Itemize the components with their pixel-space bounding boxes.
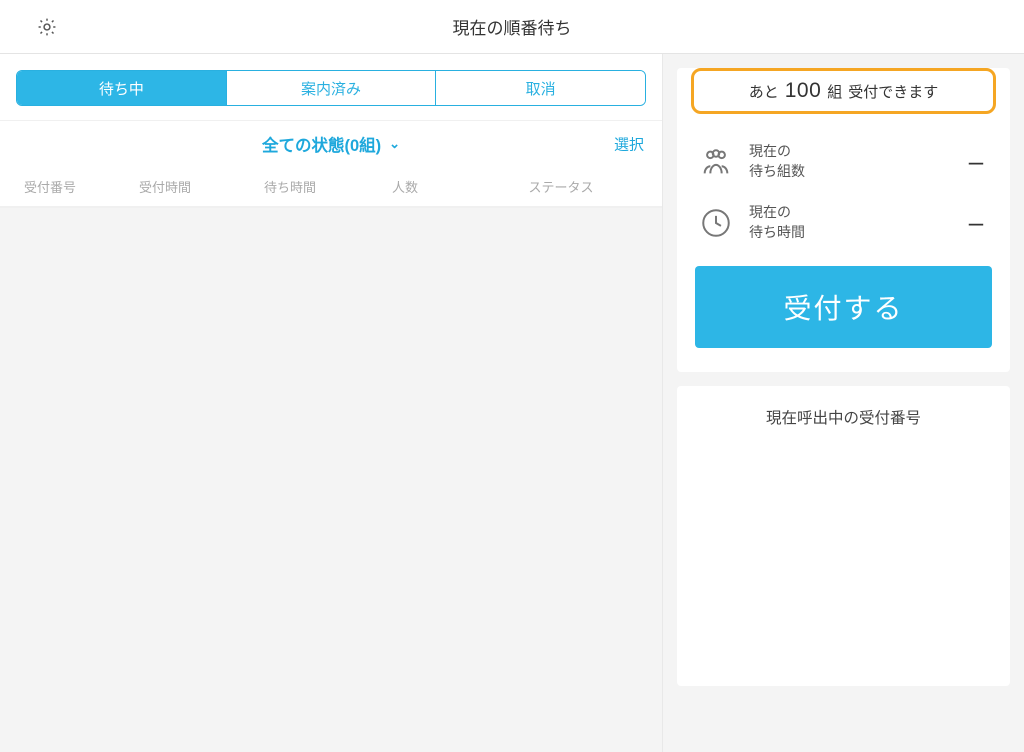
stat-time-row: 現在の 待ち時間 – — [677, 187, 1010, 266]
availability-post: 受付できます — [848, 81, 938, 102]
availability-unit: 組 — [827, 81, 842, 102]
chevron-down-icon: ⌄ — [389, 136, 400, 152]
calling-card: 現在呼出中の受付番号 — [677, 386, 1010, 686]
tab-waiting[interactable]: 待ち中 — [17, 71, 226, 105]
accept-button[interactable]: 受付する — [695, 266, 992, 348]
col-status: ステータス — [460, 177, 662, 196]
tab-cancelled[interactable]: 取消 — [435, 71, 645, 105]
col-receipt-time: 受付時間 — [100, 177, 230, 196]
availability-banner: あと 100組 受付できます — [691, 68, 996, 114]
right-panel: あと 100組 受付できます 現在の 待ち組数 – — [663, 54, 1024, 752]
calling-title: 現在呼出中の受付番号 — [677, 406, 1010, 428]
tab-served[interactable]: 案内済み — [226, 71, 436, 105]
select-button[interactable]: 選択 — [614, 134, 644, 155]
stat-time-value: – — [964, 207, 988, 238]
left-panel: 待ち中 案内済み 取消 全ての状態(0組) ⌄ 選択 受付番号 受付時間 待ち時… — [0, 54, 663, 752]
stat-groups-row: 現在の 待ち組数 – — [677, 124, 1010, 187]
availability-pre: あと — [749, 81, 779, 102]
col-people: 人数 — [350, 177, 460, 196]
column-headers: 受付番号 受付時間 待ち時間 人数 ステータス — [0, 167, 662, 207]
col-receipt-number: 受付番号 — [0, 177, 100, 196]
people-icon — [699, 145, 733, 179]
filter-dropdown[interactable]: 全ての状態(0組) ⌄ — [262, 132, 400, 156]
status-segmented-control: 待ち中 案内済み 取消 — [16, 70, 646, 106]
availability-count: 100 — [785, 79, 822, 103]
stat-time-label2: 待ち時間 — [749, 223, 948, 243]
clock-icon — [699, 206, 733, 240]
app-header: 現在の順番待ち — [0, 0, 1024, 54]
col-wait-time: 待ち時間 — [230, 177, 350, 196]
stat-groups-label1: 現在の — [749, 142, 948, 162]
stat-groups-value: – — [964, 146, 988, 177]
stat-groups-label2: 待ち組数 — [749, 162, 948, 182]
gear-icon[interactable] — [36, 16, 58, 38]
stat-time-label1: 現在の — [749, 203, 948, 223]
waitlist-area — [0, 208, 662, 752]
page-title: 現在の順番待ち — [0, 14, 1024, 39]
filter-label: 全ての状態(0組) — [262, 132, 381, 156]
